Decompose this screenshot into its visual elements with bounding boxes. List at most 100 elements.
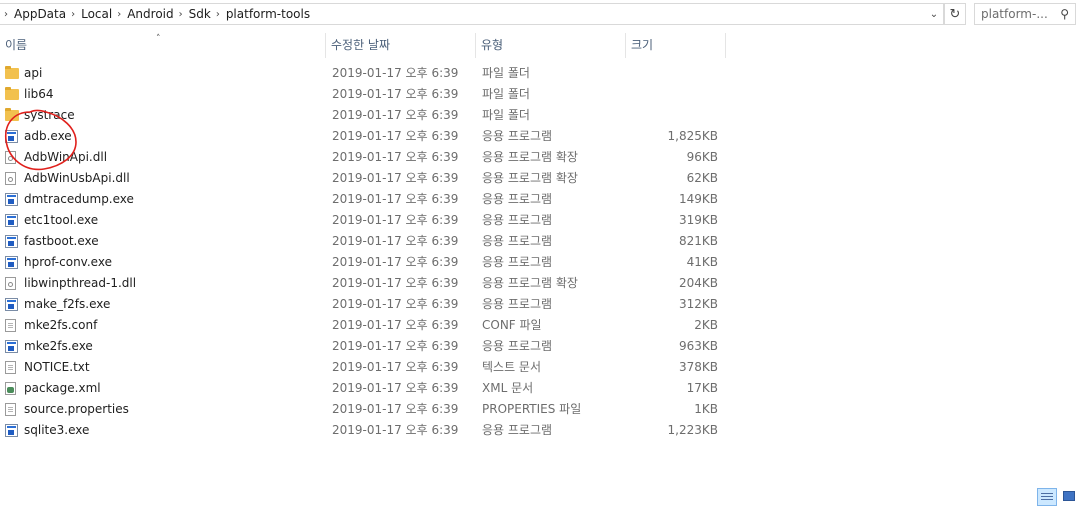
file-row[interactable]: libwinpthread-1.dll 2019-01-17 오후 6:39 응용 … — [0, 273, 726, 294]
dll-icon — [5, 277, 16, 290]
search-input[interactable] — [981, 7, 1059, 21]
file-row[interactable]: AdbWinUsbApi.dll 2019-01-17 오후 6:39 응용 프로그… — [0, 168, 726, 189]
file-row[interactable]: dmtracedump.exe 2019-01-17 오후 6:39 응용 프로그램… — [0, 189, 726, 210]
file-name: systrace — [24, 108, 75, 122]
dll-icon — [5, 151, 16, 164]
file-date: 2019-01-17 오후 6:39 — [332, 423, 459, 437]
file-row[interactable]: mke2fs.exe 2019-01-17 오후 6:39 응용 프로그램 963KB — [0, 336, 726, 357]
breadcrumb-separator-icon[interactable]: › — [117, 9, 121, 20]
breadcrumb-item[interactable]: platform-tools — [225, 7, 311, 21]
large-icons-view-icon[interactable] — [1060, 488, 1080, 506]
file-type: 응용 프로그램 확장 — [482, 276, 578, 290]
file-row[interactable]: source.properties 2019-01-17 오후 6:39 PROPE… — [0, 399, 726, 420]
file-date: 2019-01-17 오후 6:39 — [332, 66, 459, 80]
document-icon — [5, 403, 16, 416]
column-header-date[interactable]: 수정한 날짜 — [326, 33, 476, 58]
file-size: 2KB — [694, 318, 718, 332]
address-bar[interactable]: › AppData › Local › Android › Sdk › platform-tool… — [0, 3, 944, 25]
file-date: 2019-01-17 오후 6:39 — [332, 87, 459, 101]
file-row[interactable]: mke2fs.conf 2019-01-17 오후 6:39 CONF 파일 2KB — [0, 315, 726, 336]
sort-ascending-icon: ˄ — [156, 34, 161, 44]
file-type: 응용 프로그램 — [482, 339, 553, 353]
file-name: hprof-conv.exe — [24, 255, 112, 269]
file-size: 821KB — [678, 234, 718, 248]
file-size: 204KB — [678, 276, 718, 290]
search-icon[interactable]: ⚲ — [1060, 7, 1069, 21]
column-header-type-label: 유형 — [481, 38, 504, 52]
file-name: api — [24, 66, 43, 80]
file-type: 응용 프로그램 — [482, 255, 553, 269]
breadcrumb-item[interactable]: Android — [126, 7, 174, 21]
breadcrumb-item[interactable]: AppData — [13, 7, 67, 21]
file-row[interactable]: api 2019-01-17 오후 6:39 파일 폴더 — [0, 63, 726, 84]
file-row[interactable]: sqlite3.exe 2019-01-17 오후 6:39 응용 프로그램 1,22… — [0, 420, 726, 441]
exe-icon — [5, 256, 18, 269]
file-date: 2019-01-17 오후 6:39 — [332, 213, 459, 227]
file-row[interactable]: fastboot.exe 2019-01-17 오후 6:39 응용 프로그램 821… — [0, 231, 726, 252]
file-row[interactable]: systrace 2019-01-17 오후 6:39 파일 폴더 — [0, 105, 726, 126]
file-row[interactable]: hprof-conv.exe 2019-01-17 오후 6:39 응용 프로그램 4… — [0, 252, 726, 273]
file-date: 2019-01-17 오후 6:39 — [332, 339, 459, 353]
file-size: 963KB — [678, 339, 718, 353]
file-name: fastboot.exe — [24, 234, 99, 248]
breadcrumb-item[interactable]: Sdk — [188, 7, 212, 21]
refresh-icon[interactable]: ↻ — [944, 3, 966, 25]
text-document-icon — [5, 361, 16, 374]
file-row[interactable]: adb.exe 2019-01-17 오후 6:39 응용 프로그램 1,825KB — [0, 126, 726, 147]
file-row[interactable]: AdbWinApi.dll 2019-01-17 오후 6:39 응용 프로그램 확… — [0, 147, 726, 168]
file-size: 378KB — [678, 360, 718, 374]
file-size: 149KB — [678, 192, 718, 206]
file-type: CONF 파일 — [482, 318, 542, 332]
column-header-date-label: 수정한 날짜 — [331, 38, 391, 52]
dll-icon — [5, 172, 16, 185]
file-date: 2019-01-17 오후 6:39 — [332, 234, 459, 248]
file-size: 17KB — [686, 381, 718, 395]
file-row[interactable]: package.xml 2019-01-17 오후 6:39 XML 문서 17KB — [0, 378, 726, 399]
breadcrumb-separator-icon[interactable]: › — [71, 9, 75, 20]
file-name: adb.exe — [24, 129, 72, 143]
column-header-name-label: 이름 — [5, 38, 28, 52]
file-date: 2019-01-17 오후 6:39 — [332, 276, 459, 290]
breadcrumb-separator-icon[interactable]: › — [179, 9, 183, 20]
file-row[interactable]: make_f2fs.exe 2019-01-17 오후 6:39 응용 프로그램 31… — [0, 294, 726, 315]
file-type: 응용 프로그램 — [482, 192, 553, 206]
column-header-name[interactable]: 이름 ˄ — [0, 33, 326, 58]
file-size: 312KB — [678, 297, 718, 311]
file-date: 2019-01-17 오후 6:39 — [332, 318, 459, 332]
exe-icon — [5, 193, 18, 206]
file-type: 응용 프로그램 — [482, 297, 553, 311]
breadcrumb-separator-icon[interactable]: › — [216, 9, 220, 20]
file-row[interactable]: lib64 2019-01-17 오후 6:39 파일 폴더 — [0, 84, 726, 105]
file-name: mke2fs.exe — [24, 339, 93, 353]
file-name: sqlite3.exe — [24, 423, 90, 437]
details-view-icon[interactable] — [1037, 488, 1057, 506]
file-name: AdbWinApi.dll — [24, 150, 108, 164]
file-size: 41KB — [686, 255, 718, 269]
file-size: 1,223KB — [667, 423, 718, 437]
exe-icon — [5, 235, 18, 248]
file-name: package.xml — [24, 381, 101, 395]
file-size: 1KB — [694, 402, 718, 416]
file-row[interactable]: NOTICE.txt 2019-01-17 오후 6:39 텍스트 문서 378KB — [0, 357, 726, 378]
file-name: AdbWinUsbApi.dll — [24, 171, 130, 185]
file-type: 응용 프로그램 — [482, 423, 553, 437]
file-size: 96KB — [686, 150, 718, 164]
file-name: make_f2fs.exe — [24, 297, 111, 311]
breadcrumb-separator-icon[interactable]: › — [4, 9, 8, 20]
file-type: 파일 폴더 — [482, 66, 530, 80]
file-date: 2019-01-17 오후 6:39 — [332, 402, 459, 416]
file-date: 2019-01-17 오후 6:39 — [332, 381, 459, 395]
column-header-type[interactable]: 유형 — [476, 33, 626, 58]
search-box[interactable]: ⚲ — [974, 3, 1076, 25]
file-type: 파일 폴더 — [482, 108, 530, 122]
exe-icon — [5, 424, 18, 437]
file-row[interactable]: etc1tool.exe 2019-01-17 오후 6:39 응용 프로그램 319… — [0, 210, 726, 231]
column-header-size[interactable]: 크기 — [626, 33, 726, 58]
folder-icon — [5, 108, 19, 121]
breadcrumb-item[interactable]: Local — [80, 7, 113, 21]
chevron-down-icon[interactable]: ⌄ — [925, 4, 943, 24]
file-date: 2019-01-17 오후 6:39 — [332, 129, 459, 143]
file-name: mke2fs.conf — [24, 318, 98, 332]
column-header-row: 이름 ˄ 수정한 날짜 유형 크기 — [0, 33, 726, 58]
file-name: source.properties — [24, 402, 129, 416]
